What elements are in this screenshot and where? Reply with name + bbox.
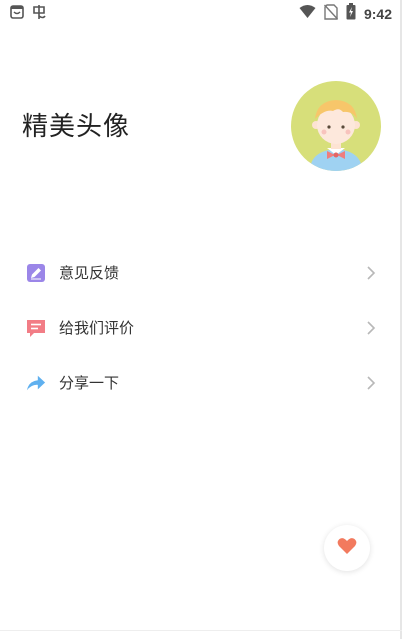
menu-item-label: 意见反馈	[59, 264, 120, 282]
app-notification-icon	[9, 4, 25, 24]
favorites-button[interactable]	[324, 525, 370, 571]
status-bar: 9:42	[0, 0, 402, 26]
menu-item-label: 分享一下	[59, 374, 120, 392]
settings-menu: 意见反馈 给我们评价 分享一下	[0, 245, 402, 410]
wifi-icon	[299, 4, 316, 23]
bottom-divider	[0, 630, 402, 631]
avatar[interactable]	[291, 81, 381, 171]
page-title: 精美头像	[22, 112, 131, 142]
comment-bubble-icon	[26, 318, 46, 338]
menu-item-label: 给我们评价	[59, 319, 135, 337]
bug-app-icon	[31, 4, 47, 24]
status-left-icons	[9, 4, 47, 24]
status-time: 9:42	[363, 5, 392, 22]
heart-icon	[337, 537, 357, 559]
chevron-right-icon	[366, 320, 376, 336]
menu-item-feedback[interactable]: 意见反馈	[0, 245, 402, 300]
chevron-right-icon	[366, 375, 376, 391]
chevron-right-icon	[366, 265, 376, 281]
menu-item-share[interactable]: 分享一下	[0, 355, 402, 410]
menu-item-rate-us[interactable]: 给我们评价	[0, 300, 402, 355]
cartoon-boy-avatar-icon	[310, 100, 362, 171]
share-arrow-icon	[26, 373, 46, 393]
status-right-icons: 9:42	[299, 3, 392, 24]
edit-pencil-icon	[26, 263, 46, 283]
no-sim-icon	[323, 3, 338, 24]
battery-charging-icon	[346, 3, 356, 24]
